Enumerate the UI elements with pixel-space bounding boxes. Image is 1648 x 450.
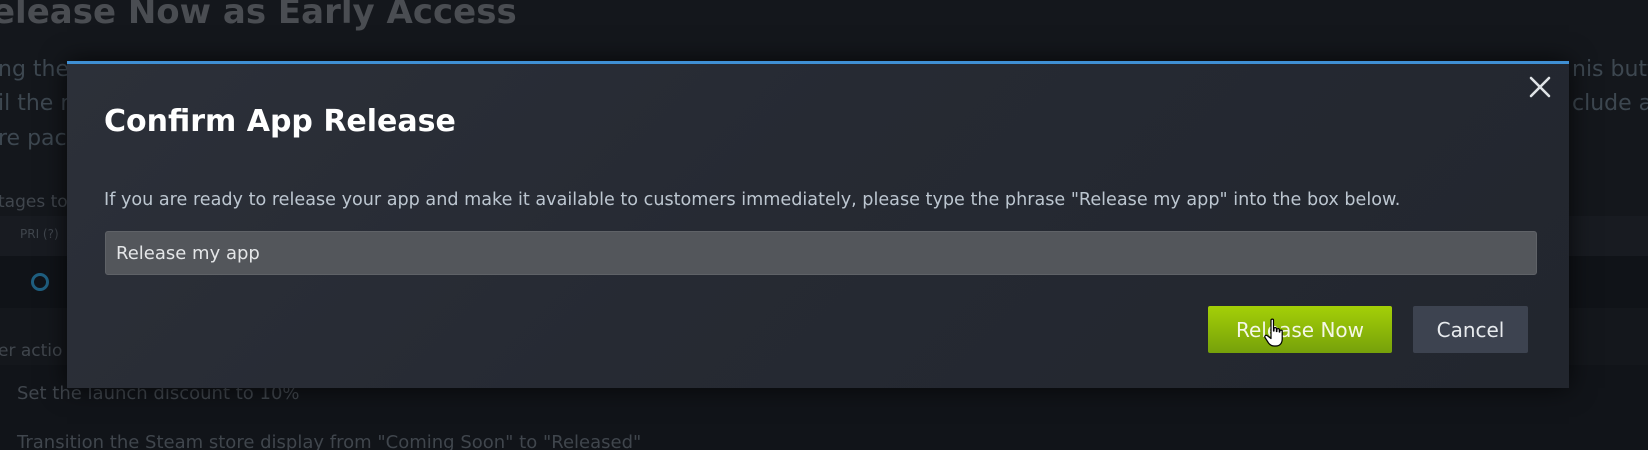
background-pri-label: PRI (?) xyxy=(20,227,59,241)
background-paragraph-line: il the n xyxy=(0,91,75,116)
page: elease Now as Early Access ng the nis bu… xyxy=(0,0,1648,450)
background-radio xyxy=(31,273,49,291)
confirm-release-dialog: Confirm App Release If you are ready to … xyxy=(67,61,1569,388)
dialog-description: If you are ready to release your app and… xyxy=(104,190,1401,210)
background-stages-label: tages to xyxy=(0,192,68,212)
background-paragraph-line: nis butto xyxy=(1572,57,1648,82)
background-other-actions-label: er actio xyxy=(0,341,63,361)
background-action-item: Transition the Steam store display from … xyxy=(17,432,642,450)
cancel-button[interactable]: Cancel xyxy=(1413,306,1528,353)
close-icon[interactable] xyxy=(1525,74,1555,104)
background-page-title: elease Now as Early Access xyxy=(0,0,517,32)
close-icon-glyph xyxy=(1529,76,1551,98)
background-paragraph-line: ng the xyxy=(0,57,70,82)
dialog-title: Confirm App Release xyxy=(104,104,456,139)
background-paragraph-line: re pac xyxy=(0,126,67,151)
release-phrase-input[interactable] xyxy=(105,231,1537,275)
release-now-button[interactable]: Release Now xyxy=(1208,306,1392,353)
background-paragraph-line: clude a xyxy=(1572,91,1648,116)
